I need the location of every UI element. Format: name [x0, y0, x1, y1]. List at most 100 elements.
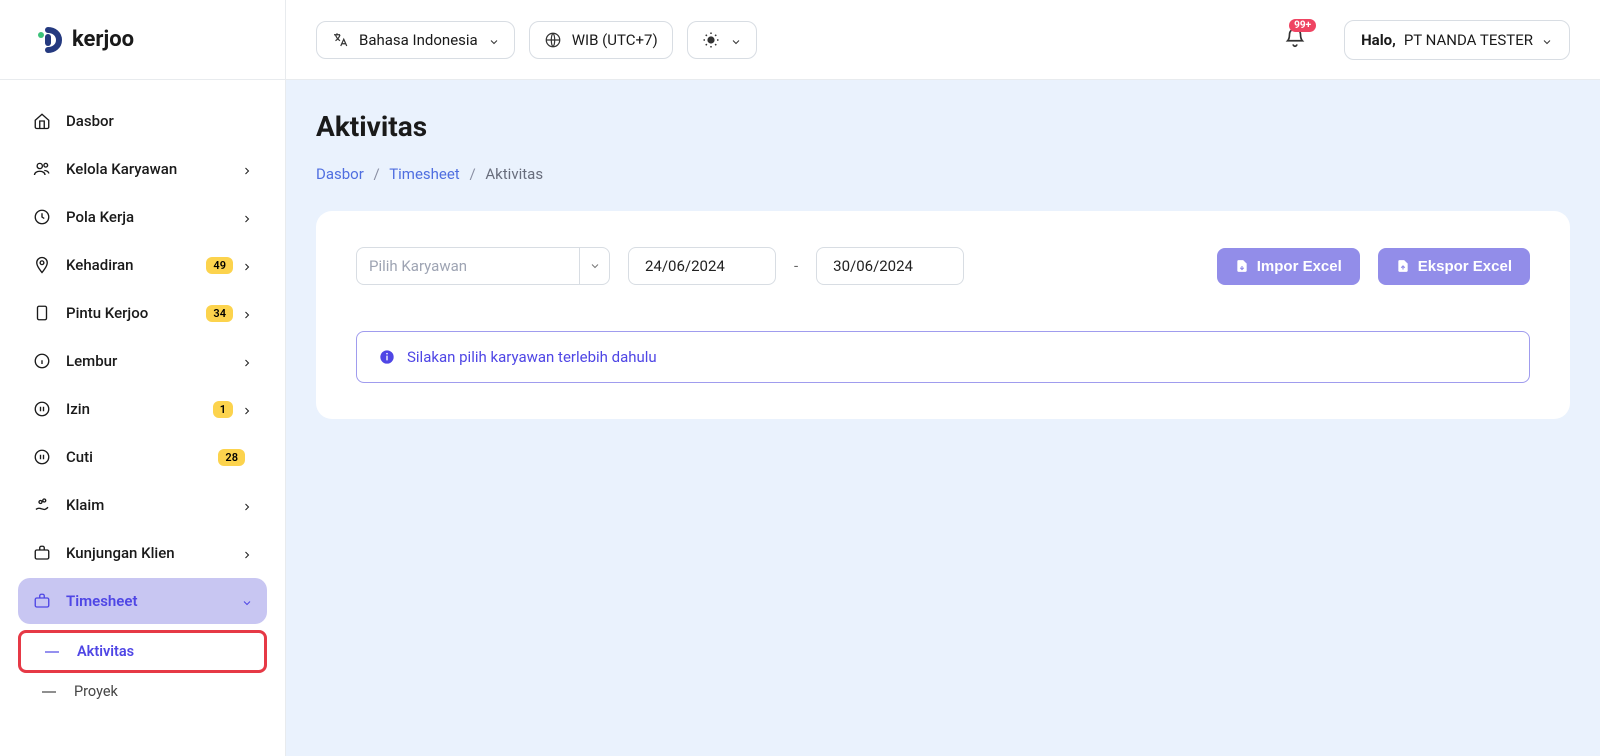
chevron-down-icon [730, 34, 742, 46]
nav-label: Pola Kerja [66, 208, 241, 226]
sidebar-item-izin[interactable]: Izin 1 [18, 386, 267, 432]
tablet-icon [32, 303, 52, 323]
pause-icon [32, 447, 52, 467]
crumb-timesheet[interactable]: Timesheet [389, 165, 460, 183]
sidebar-item-klaim[interactable]: Klaim [18, 482, 267, 528]
sidebar-item-kelola-karyawan[interactable]: Kelola Karyawan [18, 146, 267, 192]
crumb-current: Aktivitas [485, 165, 543, 183]
briefcase-icon [32, 591, 52, 611]
home-icon [32, 111, 52, 131]
button-label: Ekspor Excel [1418, 258, 1512, 275]
nav-label: Kehadiran [66, 256, 198, 274]
theme-selector[interactable] [687, 21, 757, 59]
chevron-right-icon [241, 547, 253, 559]
pause-icon [32, 399, 52, 419]
badge: 28 [218, 449, 245, 466]
sidebar-item-cuti[interactable]: Cuti 28 [18, 434, 267, 480]
employee-placeholder: Pilih Karyawan [357, 257, 579, 275]
chevron-down-icon [579, 248, 609, 284]
info-icon [32, 351, 52, 371]
hand-coins-icon [32, 495, 52, 515]
nav-label: Lembur [66, 352, 241, 370]
notif-badge: 99+ [1289, 19, 1316, 32]
filters-row: Pilih Karyawan 24/06/2024 - 30/06/2024 I… [356, 247, 1530, 285]
nav-label: Cuti [66, 448, 210, 466]
nav-label: Izin [66, 400, 205, 418]
language-selector[interactable]: Bahasa Indonesia [316, 21, 515, 59]
badge: 49 [206, 257, 233, 274]
notifications-button[interactable]: 99+ [1284, 27, 1306, 53]
sub-item-proyek[interactable]: Proyek [18, 673, 267, 710]
timezone-selector[interactable]: WIB (UTC+7) [529, 21, 673, 59]
company-name: PT NANDA TESTER [1404, 31, 1533, 49]
chevron-right-icon [241, 355, 253, 367]
users-icon [32, 159, 52, 179]
globe-icon [544, 31, 562, 49]
nav-label: Pintu Kerjoo [66, 304, 198, 322]
sub-item-aktivitas[interactable]: Aktivitas [18, 630, 267, 673]
sidebar-item-timesheet[interactable]: Timesheet [18, 578, 267, 624]
page-title: Aktivitas [316, 110, 1570, 143]
file-export-icon [1396, 259, 1410, 273]
breadcrumb-sep: / [469, 165, 475, 183]
crumb-dasbor[interactable]: Dasbor [316, 165, 364, 183]
badge: 34 [206, 305, 233, 322]
logo-text: kerjoo [72, 27, 134, 52]
file-import-icon [1235, 259, 1249, 273]
dash-icon [42, 691, 56, 693]
chevron-down-icon [1541, 34, 1553, 46]
info-icon [379, 349, 395, 365]
nav-label: Timesheet [66, 592, 241, 610]
pin-icon [32, 255, 52, 275]
nav-label: Dasbor [66, 112, 253, 130]
export-excel-button[interactable]: Ekspor Excel [1378, 248, 1530, 285]
briefcase-icon [32, 543, 52, 563]
sidebar-item-kehadiran[interactable]: Kehadiran 49 [18, 242, 267, 288]
sidebar-item-kunjungan-klien[interactable]: Kunjungan Klien [18, 530, 267, 576]
chevron-right-icon [241, 259, 253, 271]
clock-icon [32, 207, 52, 227]
user-menu[interactable]: Halo, PT NANDA TESTER [1344, 20, 1570, 60]
greeting: Halo, [1361, 31, 1396, 49]
filters-card: Pilih Karyawan 24/06/2024 - 30/06/2024 I… [316, 211, 1570, 419]
date-range-sep: - [794, 257, 798, 275]
logo-icon [36, 26, 64, 54]
nav: Dasbor Kelola Karyawan Pola Kerja Kehadi… [0, 80, 285, 756]
chevron-right-icon [241, 163, 253, 175]
date-start-input[interactable]: 24/06/2024 [628, 247, 776, 285]
sidebar-item-pola-kerja[interactable]: Pola Kerja [18, 194, 267, 240]
nav-label: Kunjungan Klien [66, 544, 241, 562]
sub-nav: Aktivitas Proyek [18, 626, 267, 710]
import-excel-button[interactable]: Impor Excel [1217, 248, 1360, 285]
breadcrumb: Dasbor / Timesheet / Aktivitas [316, 165, 1570, 183]
nav-label: Kelola Karyawan [66, 160, 241, 178]
logo[interactable]: kerjoo [0, 0, 285, 80]
chevron-right-icon [241, 211, 253, 223]
nav-label: Klaim [66, 496, 241, 514]
sidebar-item-lembur[interactable]: Lembur [18, 338, 267, 384]
chevron-down-icon [488, 34, 500, 46]
breadcrumb-sep: / [374, 165, 380, 183]
content: Aktivitas Dasbor / Timesheet / Aktivitas… [286, 80, 1600, 756]
sun-icon [702, 31, 720, 49]
chevron-down-icon [241, 595, 253, 607]
button-label: Impor Excel [1257, 258, 1342, 275]
sidebar-item-pintu-kerjoo[interactable]: Pintu Kerjoo 34 [18, 290, 267, 336]
language-label: Bahasa Indonesia [359, 31, 478, 49]
chevron-right-icon [241, 307, 253, 319]
info-alert: Silakan pilih karyawan terlebih dahulu [356, 331, 1530, 383]
employee-select[interactable]: Pilih Karyawan [356, 247, 610, 285]
badge: 1 [213, 401, 233, 418]
sub-label: Aktivitas [77, 643, 134, 660]
timezone-label: WIB (UTC+7) [572, 31, 658, 49]
sidebar: kerjoo Dasbor Kelola Karyawan Pola Kerja… [0, 0, 286, 756]
chevron-right-icon [241, 499, 253, 511]
translate-icon [331, 31, 349, 49]
sidebar-item-dasbor[interactable]: Dasbor [18, 98, 267, 144]
chevron-right-icon [241, 403, 253, 415]
topbar: Bahasa Indonesia WIB (UTC+7) 99+ Halo, P… [286, 0, 1600, 80]
dash-icon [45, 651, 59, 653]
main: Bahasa Indonesia WIB (UTC+7) 99+ Halo, P… [286, 0, 1600, 756]
date-end-input[interactable]: 30/06/2024 [816, 247, 964, 285]
sub-label: Proyek [74, 683, 118, 700]
